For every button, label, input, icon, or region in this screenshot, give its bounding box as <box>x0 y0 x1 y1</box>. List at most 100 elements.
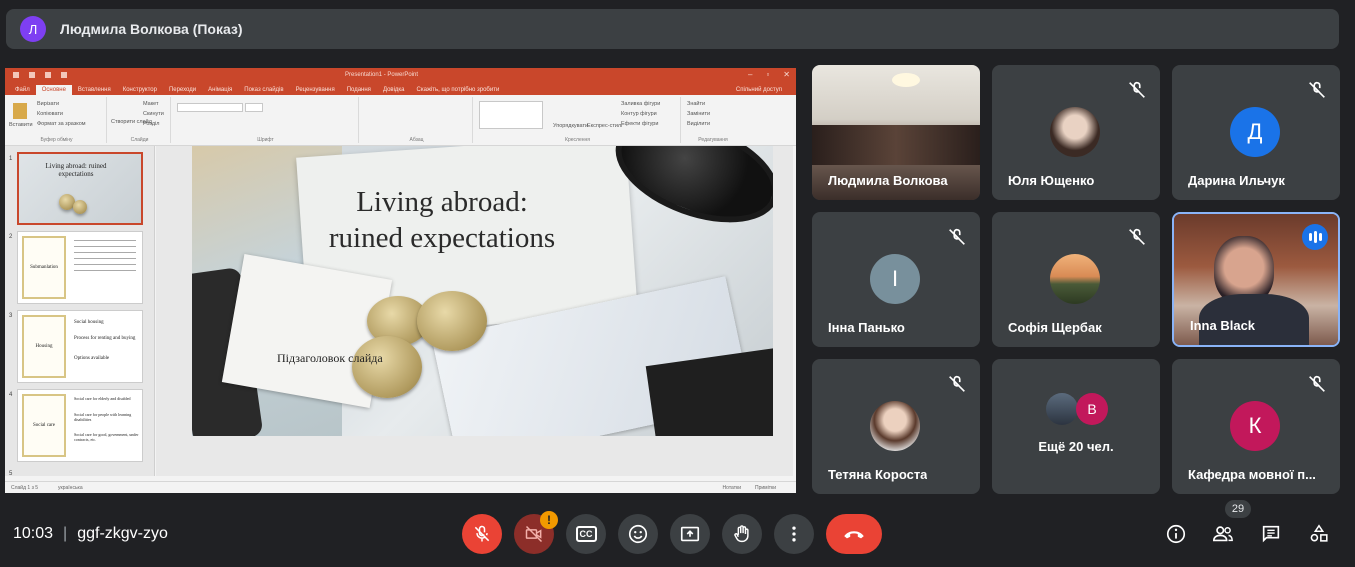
slide-canvas: Living abroad: ruined expectations Підза… <box>156 146 793 476</box>
styles-button[interactable]: Експрес-стилі <box>587 123 622 129</box>
slide-subtitle[interactable]: Підзаголовок слайда <box>277 351 383 366</box>
outline-button[interactable]: Контур фігури <box>621 111 657 117</box>
meeting-details-button[interactable] <box>1162 520 1190 548</box>
more-participants-tile[interactable]: В Ещё 20 чел. <box>992 359 1160 494</box>
group-slides: Створити слайд Макет Скинути Розділ Слай… <box>109 97 171 143</box>
participant-photo <box>870 401 920 451</box>
participant-tile[interactable]: Тетяна Короста <box>812 359 980 494</box>
arrange-button[interactable]: Упорядкувати <box>553 123 588 129</box>
layout-button[interactable]: Макет <box>143 101 159 107</box>
thumb-item: Options available <box>74 356 110 361</box>
tab-insert[interactable]: Вставлення <box>72 85 117 95</box>
tab-transitions[interactable]: Переходи <box>163 85 202 95</box>
warning-badge: ! <box>540 511 558 529</box>
participant-tile[interactable]: Юля Ющенко <box>992 65 1160 200</box>
participant-name: Софія Щербак <box>1008 320 1102 335</box>
people-button[interactable] <box>1209 520 1237 548</box>
tab-slideshow[interactable]: Показ слайдів <box>238 85 289 95</box>
captions-button[interactable]: CC <box>566 514 606 554</box>
camera-off-icon <box>525 525 543 543</box>
font-size-box[interactable] <box>245 103 263 112</box>
captions-icon: CC <box>575 526 597 542</box>
leave-call-button[interactable] <box>826 514 882 554</box>
chat-button[interactable] <box>1257 520 1285 548</box>
thumb-item: Process for renting and buying <box>74 336 136 341</box>
tab-view[interactable]: Подання <box>341 85 377 95</box>
font-name-box[interactable] <box>177 103 243 112</box>
fill-button[interactable]: Заливка фігури <box>621 101 660 107</box>
current-slide[interactable]: Living abroad: ruined expectations Підза… <box>192 146 773 436</box>
present-icon <box>680 526 700 542</box>
mic-off-icon <box>949 375 965 392</box>
raise-hand-button[interactable] <box>722 514 762 554</box>
more-options-button[interactable] <box>774 514 814 554</box>
mic-toggle-button[interactable] <box>462 514 502 554</box>
participant-count-badge: 29 <box>1225 500 1251 518</box>
participant-name: Inna Black <box>1190 318 1256 333</box>
meeting-controls-bar: 10:03 | ggf-zkgv-zyo ! CC 29 <box>0 500 1355 567</box>
effects-button[interactable]: Ефекти фігури <box>621 121 658 127</box>
shapes-gallery[interactable] <box>479 101 543 129</box>
participant-tile[interactable]: Д Дарина Ильчук <box>1172 65 1340 200</box>
coin-image <box>352 336 422 398</box>
slide-number: 1 <box>9 156 13 162</box>
window-controls: – ▫ ✕ <box>748 70 790 79</box>
activities-icon <box>1310 524 1328 542</box>
participant-tile[interactable]: Людмила Волкова <box>812 65 980 200</box>
format-painter-button[interactable]: Формат за зразком <box>37 121 86 127</box>
quick-access <box>13 72 67 78</box>
mic-off-icon <box>1129 228 1145 245</box>
participant-name: Юля Ющенко <box>1008 173 1095 188</box>
info-icon <box>1166 524 1186 544</box>
slide-counter: Слайд 1 з 5 <box>11 484 39 491</box>
group-clipboard: Вставити Вирізати Копіювати Формат за зр… <box>7 97 107 143</box>
tab-animations[interactable]: Анімація <box>202 85 238 95</box>
slide-title[interactable]: Living abroad: ruined expectations <box>252 184 632 256</box>
thumb-item: Social care for elderly and disabled <box>74 396 131 401</box>
reset-button[interactable]: Скинути <box>143 111 164 117</box>
section-button[interactable]: Розділ <box>143 121 159 127</box>
paste-button[interactable]: Вставити <box>9 122 33 128</box>
share-button[interactable]: Спільний доступ <box>730 85 788 95</box>
tab-design[interactable]: Конструктор <box>117 85 163 95</box>
more-vert-icon <box>792 526 796 542</box>
tab-review[interactable]: Рецензування <box>290 85 341 95</box>
slide-title-line1: Living abroad: <box>356 186 528 218</box>
participant-tile[interactable]: К Кафедра мовної п... <box>1172 359 1340 494</box>
slide-thumb-2[interactable]: Submanlation <box>17 231 143 304</box>
group-paragraph: Абзац <box>361 97 473 143</box>
emoji-button[interactable] <box>618 514 658 554</box>
slide-thumb-1[interactable]: Living abroad: ruined expectations <box>17 152 143 225</box>
hang-up-icon <box>844 531 864 539</box>
copy-button[interactable]: Копіювати <box>37 111 63 117</box>
more-avatars: В <box>1046 393 1108 425</box>
language-indicator: українська <box>58 484 83 491</box>
notes-button[interactable]: Нотатки <box>723 485 741 491</box>
slide-thumb-3[interactable]: Housing Social housing Process for renti… <box>17 310 143 383</box>
tab-home[interactable]: Основне <box>35 85 72 95</box>
comments-button[interactable]: Примітки <box>755 485 776 491</box>
mic-off-icon <box>1129 81 1145 98</box>
find-button[interactable]: Знайти <box>687 101 705 107</box>
ribbon: Вставити Вирізати Копіювати Формат за зр… <box>5 95 796 146</box>
slide-thumb-4[interactable]: Social care Social care for elderly and … <box>17 389 143 462</box>
participant-tile[interactable]: І Інна Панько <box>812 212 980 347</box>
hand-icon <box>734 525 749 543</box>
mic-off-icon <box>474 525 490 542</box>
tell-me[interactable]: Скажіть, що потрібно зробити <box>411 85 506 95</box>
select-button[interactable]: Виділити <box>687 121 710 127</box>
replace-button[interactable]: Замінити <box>687 111 710 117</box>
chat-icon <box>1262 525 1280 543</box>
emoji-icon <box>628 524 648 544</box>
pp-doc-title: Presentation1 - PowerPoint <box>345 72 419 78</box>
cut-button[interactable]: Вирізати <box>37 101 59 107</box>
participant-tile-active[interactable]: Inna Black <box>1172 212 1340 347</box>
activities-button[interactable] <box>1305 520 1333 548</box>
tab-file[interactable]: Файл <box>9 85 36 95</box>
participant-name: Інна Панько <box>828 320 905 335</box>
tab-help[interactable]: Довідка <box>377 85 411 95</box>
participant-tile[interactable]: Софія Щербак <box>992 212 1160 347</box>
present-screen-button[interactable] <box>670 514 710 554</box>
mic-off-icon <box>949 228 965 245</box>
shared-screen[interactable]: Presentation1 - PowerPoint – ▫ ✕ Файл Осно… <box>5 68 796 493</box>
